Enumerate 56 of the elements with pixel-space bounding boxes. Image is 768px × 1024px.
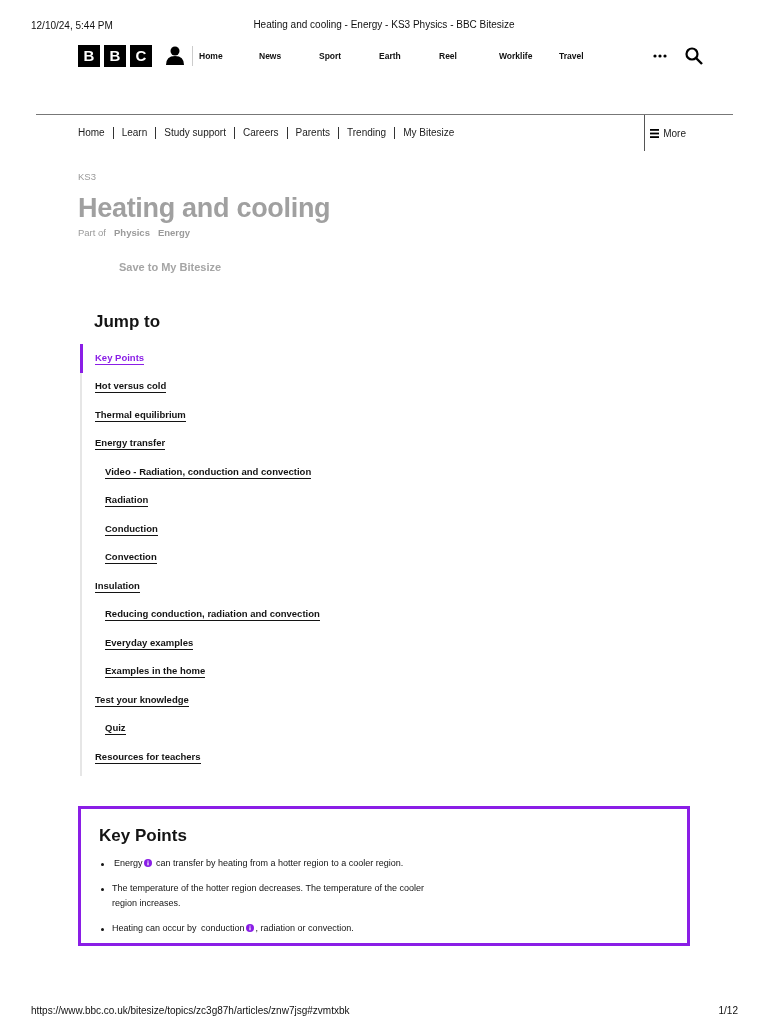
jump-link[interactable]: Reducing conduction, radiation and convection: [105, 608, 320, 622]
nav-link[interactable]: Home: [199, 50, 259, 61]
print-date: 12/10/24, 5:44 PM: [31, 19, 113, 31]
jump-link[interactable]: Video - Radiation, conduction and convection: [105, 465, 312, 479]
account-icon[interactable]: [166, 46, 184, 65]
logo-letter[interactable]: C: [130, 44, 152, 67]
jump-link[interactable]: Convection: [105, 551, 157, 565]
nav-link[interactable]: Sport: [319, 50, 379, 61]
bullet-text: The temperature of the hotter region decreases. The temperature of the cooler region increases.: [112, 881, 425, 910]
nav-link[interactable]: Travel: [559, 50, 619, 61]
nav-link[interactable]: News: [259, 50, 319, 61]
more-icon[interactable]: [653, 53, 667, 58]
bullet-icon: [101, 927, 104, 931]
nav-link[interactable]: Parents: [286, 127, 339, 139]
jump-link[interactable]: Hot versus cold: [95, 380, 167, 394]
page-number: 1/12: [718, 1004, 738, 1016]
jump-link[interactable]: Radiation: [105, 494, 149, 508]
jump-link[interactable]: Examples in the home: [105, 665, 206, 679]
glossary-link[interactable]: conduction: [199, 922, 256, 933]
nav-link[interactable]: Worklife: [499, 50, 559, 61]
jump-link[interactable]: Everyday examples: [105, 636, 194, 650]
jump-link[interactable]: Quiz: [105, 722, 126, 736]
nav-link[interactable]: Study support: [155, 127, 234, 139]
jump-link[interactable]: Insulation: [95, 579, 140, 593]
info-icon: [143, 858, 152, 867]
jump-link[interactable]: Test your knowledge: [95, 693, 189, 707]
info-icon: [245, 923, 254, 932]
nav-link[interactable]: Learn: [112, 127, 156, 139]
logo-letter[interactable]: B: [78, 44, 100, 67]
nav-link[interactable]: Careers: [234, 127, 287, 139]
level-label: KS3: [78, 171, 97, 184]
nav-link[interactable]: Reel: [439, 50, 499, 61]
jump-link[interactable]: Conduction: [105, 522, 158, 536]
logo-letter[interactable]: B: [104, 44, 126, 67]
glossary-link[interactable]: Energy: [112, 857, 154, 868]
jump-link[interactable]: Energy transfer: [95, 437, 166, 451]
jump-link[interactable]: Resources for teachers: [95, 750, 201, 764]
page-title: Heating and cooling - Energy - KS3 Physics - BBC Bitesize: [253, 19, 515, 30]
page-heading: Heating and cooling: [78, 193, 332, 223]
menu-icon: [650, 128, 660, 138]
jump-link[interactable]: Thermal equilibrium: [95, 408, 186, 422]
bullet-text: Energy can transfer by heating from a hotter region to a cooler region.: [112, 856, 405, 870]
bullet-icon: [101, 887, 104, 891]
jump-link[interactable]: Key Points: [95, 351, 145, 365]
nav-link[interactable]: Earth: [379, 50, 439, 61]
bullet-text: Heating can occur by conduction , radiation or convection.: [112, 921, 355, 935]
nav-link[interactable]: My Bitesize: [394, 127, 463, 139]
nav-link[interactable]: Trending: [338, 127, 395, 139]
page-url: https://www.bbc.co.uk/bitesize/topics/zc3g87h/articles/znw7jsg#zvmtxbk: [31, 1004, 350, 1016]
more-button[interactable]: More: [644, 115, 733, 151]
part-of-label: Part of: [78, 227, 106, 238]
search-icon[interactable]: [685, 46, 703, 65]
section-heading: Jump to: [94, 312, 162, 332]
nav-link[interactable]: Home: [78, 127, 113, 139]
bullet-icon: [101, 862, 104, 866]
section-heading: Key Points: [99, 825, 188, 846]
